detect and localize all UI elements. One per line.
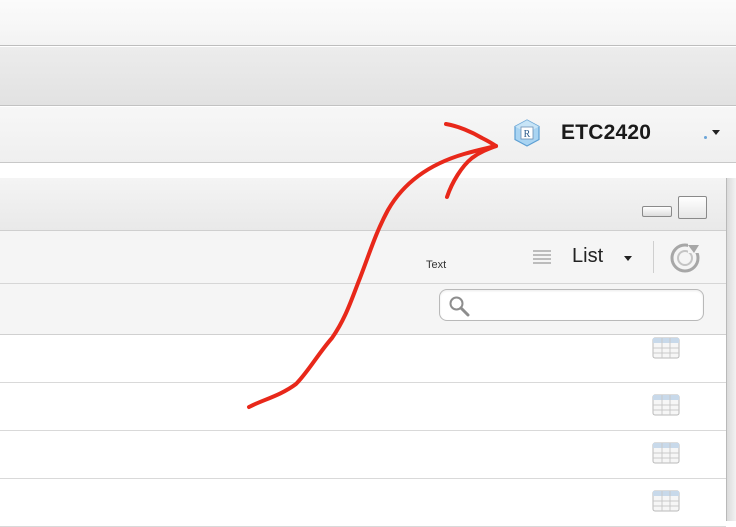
list-lines-icon[interactable] [532, 249, 552, 265]
table-icon[interactable] [652, 394, 680, 416]
list-item[interactable] [0, 383, 726, 431]
search-box[interactable] [439, 289, 704, 321]
table-icon[interactable] [652, 442, 680, 464]
pane-header [0, 178, 726, 231]
text-label: Text [426, 259, 447, 271]
pane-toolbar: Text List [0, 231, 726, 284]
pane-edge-shadow [726, 178, 736, 521]
environment-pane: Text List [0, 178, 727, 527]
chevron-down-icon[interactable] [712, 130, 720, 135]
view-mode-dropdown[interactable]: List [572, 245, 603, 268]
table-icon[interactable] [652, 490, 680, 512]
svg-text:R: R [524, 129, 531, 140]
project-menu-dot [704, 136, 707, 139]
window-top-strip [0, 0, 736, 46]
maximize-button[interactable] [678, 196, 707, 219]
list-item[interactable] [0, 431, 726, 479]
search-input[interactable] [474, 292, 700, 320]
refresh-icon[interactable] [668, 241, 702, 275]
minimize-button[interactable] [642, 206, 672, 217]
toolbar-divider [653, 241, 654, 273]
list-item[interactable] [0, 479, 726, 527]
search-row [0, 284, 726, 335]
search-icon [449, 296, 470, 317]
r-project-icon[interactable]: R [512, 118, 542, 148]
chevron-down-icon[interactable] [624, 256, 632, 261]
list-item[interactable] [0, 335, 726, 383]
table-icon[interactable] [652, 337, 680, 359]
project-name[interactable]: ETC2420 [561, 121, 651, 145]
tab-strip [0, 47, 736, 106]
